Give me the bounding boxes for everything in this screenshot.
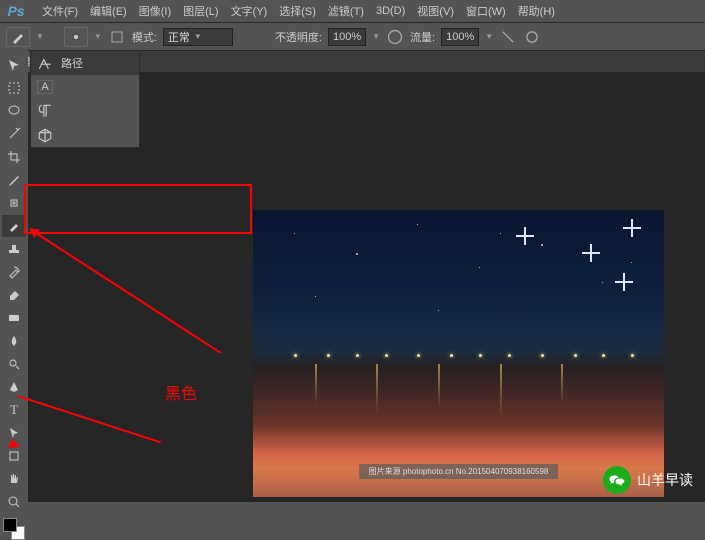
magic-wand-tool[interactable]: [2, 123, 26, 145]
menu-layer[interactable]: 图层(L): [177, 1, 224, 21]
path-select-tool[interactable]: [2, 422, 26, 444]
airbrush-icon[interactable]: [499, 28, 517, 46]
menu-type[interactable]: 文字(Y): [225, 1, 274, 21]
opacity-input[interactable]: 100%: [328, 28, 366, 46]
panel-row-3d[interactable]: [31, 123, 139, 147]
menu-view[interactable]: 视图(V): [411, 1, 460, 21]
menu-3d[interactable]: 3D(D): [370, 3, 411, 19]
lasso-tool[interactable]: [2, 100, 26, 122]
blend-mode-value: 正常: [168, 29, 190, 45]
move-tool[interactable]: [2, 54, 26, 76]
panel-row-paragraph[interactable]: [31, 99, 139, 123]
menu-help[interactable]: 帮助(H): [512, 1, 561, 21]
blend-mode-select[interactable]: 正常 ▼: [163, 28, 233, 46]
marquee-tool[interactable]: [2, 77, 26, 99]
hand-tool[interactable]: [2, 468, 26, 490]
options-bar: ▼ ▼ 模式: 正常 ▼ 不透明度: 100% ▼ 流量: 100% ▼: [0, 22, 705, 50]
brush-size-picker[interactable]: [64, 27, 88, 47]
city-lights: [253, 354, 664, 384]
character-icon: A: [37, 80, 53, 94]
brush-panel-toggle-icon[interactable]: [108, 28, 126, 46]
pen-tool[interactable]: [2, 376, 26, 398]
menu-file[interactable]: 文件(F): [36, 1, 84, 21]
flow-value: 100%: [446, 31, 474, 43]
type-tool[interactable]: T: [2, 399, 26, 421]
menu-select[interactable]: 选择(S): [273, 1, 322, 21]
chevron-down-icon[interactable]: ▼: [36, 32, 44, 41]
eyedropper-tool[interactable]: [2, 169, 26, 191]
tools-panel: T: [0, 50, 28, 540]
paragraph-icon: [37, 103, 53, 119]
chevron-down-icon[interactable]: ▼: [372, 32, 380, 41]
pressure-opacity-icon[interactable]: [386, 28, 404, 46]
brush-tool[interactable]: [2, 215, 26, 237]
shape-tool[interactable]: [2, 445, 26, 467]
blur-tool[interactable]: [2, 330, 26, 352]
brand-watermark: 山羊早读: [603, 466, 693, 494]
menu-bar: Ps 文件(F) 编辑(E) 图像(I) 图层(L) 文字(Y) 选择(S) 滤…: [0, 0, 705, 22]
chevron-down-icon[interactable]: ▼: [94, 32, 102, 41]
stamp-tool[interactable]: [2, 238, 26, 260]
history-brush-tool[interactable]: [2, 261, 26, 283]
menu-image[interactable]: 图像(I): [133, 1, 177, 21]
menu-edit[interactable]: 编辑(E): [84, 1, 133, 21]
mode-label: 模式:: [132, 29, 157, 45]
floating-panel[interactable]: 路径 A: [30, 50, 140, 148]
opacity-label: 不透明度:: [275, 29, 322, 45]
menu-window[interactable]: 窗口(W): [460, 1, 512, 21]
chevron-down-icon[interactable]: ▼: [485, 32, 493, 41]
pen-path-icon: [37, 55, 53, 71]
image-watermark: 图片来源 photophoto.cn No.201504070938160598: [359, 464, 559, 479]
document-canvas[interactable]: 图片来源 photophoto.cn No.201504070938160598: [253, 210, 664, 497]
eraser-tool[interactable]: [2, 284, 26, 306]
gradient-tool[interactable]: [2, 307, 26, 329]
healing-brush-tool[interactable]: [2, 192, 26, 214]
foreground-color-swatch[interactable]: [3, 518, 17, 532]
opacity-value: 100%: [333, 31, 361, 43]
dodge-tool[interactable]: [2, 353, 26, 375]
panel-row-paths[interactable]: 路径: [31, 51, 139, 75]
wechat-icon: [603, 466, 631, 494]
flow-label: 流量:: [410, 29, 435, 45]
pressure-size-icon[interactable]: [523, 28, 541, 46]
zoom-tool[interactable]: [2, 491, 26, 513]
panel-row-character[interactable]: A: [31, 75, 139, 99]
app-logo: Ps: [4, 2, 28, 20]
panel-label: 路径: [61, 55, 83, 71]
color-swatches[interactable]: [3, 518, 25, 540]
cube-icon: [37, 127, 53, 143]
watermark-text: 山羊早读: [637, 470, 693, 490]
menu-filter[interactable]: 滤镜(T): [322, 1, 370, 21]
flow-input[interactable]: 100%: [441, 28, 479, 46]
brush-preset-picker[interactable]: [6, 27, 30, 47]
crop-tool[interactable]: [2, 146, 26, 168]
chevron-down-icon: ▼: [194, 32, 202, 41]
